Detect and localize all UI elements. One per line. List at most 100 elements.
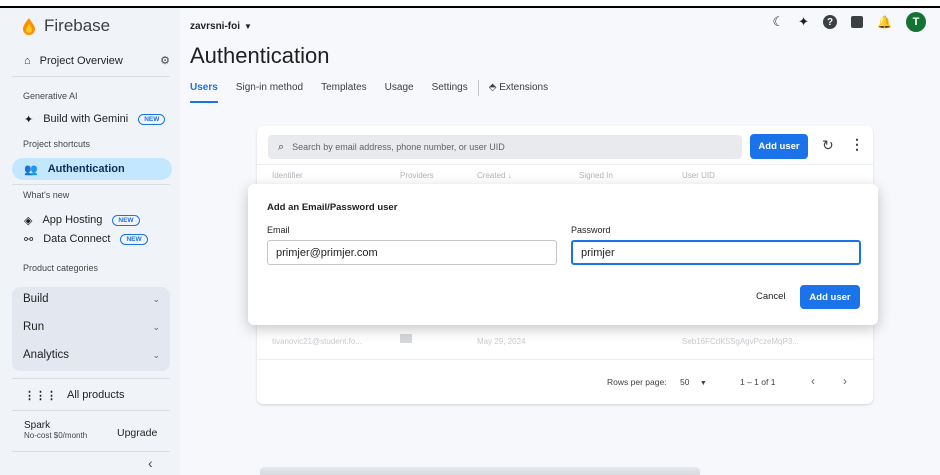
column-signed-in[interactable]: Signed In <box>579 171 613 180</box>
app-hosting-label: App Hosting <box>42 214 103 226</box>
home-icon: ⌂ <box>24 54 31 67</box>
email-field[interactable]: primjer@primjer.com <box>267 240 557 265</box>
firebase-brand[interactable]: Firebase <box>22 16 110 36</box>
help-icon[interactable]: ? <box>823 15 838 29</box>
add-user-button[interactable]: Add user <box>750 134 808 159</box>
page-title: Authentication <box>190 43 330 68</box>
collapse-sidebar-icon[interactable]: ‹ <box>148 455 153 471</box>
project-selector[interactable]: zavrsni-foi ▼ <box>190 21 252 32</box>
new-badge: NEW <box>138 113 166 125</box>
email-label: Email <box>267 225 290 235</box>
product-categories-heading: Product categories <box>23 263 99 273</box>
project-name: zavrsni-foi <box>190 21 241 32</box>
firebase-flame-icon <box>23 18 35 35</box>
avatar[interactable]: T <box>906 12 926 32</box>
tab-templates[interactable]: Templates <box>321 82 367 103</box>
email-provider-icon <box>400 334 412 343</box>
chevron-down-icon: ⌄ <box>152 293 160 304</box>
more-vert-icon[interactable]: ⋮ <box>850 136 864 153</box>
caret-down-icon: ▼ <box>699 380 707 387</box>
tab-bar: Users Sign-in method Templates Usage Set… <box>190 80 566 103</box>
app-hosting-icon: ◈ <box>24 214 33 227</box>
apps-grid-icon: ⋮⋮⋮ <box>24 389 57 402</box>
row-user-uid[interactable]: Seb16FCdK5SgAgvPczeMqP3... <box>682 337 799 346</box>
rows-per-page-value: 50 <box>680 377 690 387</box>
sidebar-item-all-products[interactable]: ⋮⋮⋮ All products <box>12 384 172 406</box>
divider <box>12 378 170 379</box>
tab-separator <box>477 80 479 96</box>
search-input[interactable]: ⌕ Search by email address, phone number,… <box>268 135 742 159</box>
sidebar-item-authentication[interactable]: 👥 Authentication <box>12 158 172 180</box>
column-identifier[interactable]: Identifier <box>272 171 303 180</box>
feedback-icon[interactable] <box>851 16 864 28</box>
tab-extensions[interactable]: ⬘ Extensions <box>489 82 548 103</box>
project-shortcuts-heading: Project shortcuts <box>23 139 91 149</box>
category-build[interactable]: Build ⌄ <box>12 285 170 313</box>
row-identifier[interactable]: tivanovic21@student.fo... <box>272 337 362 346</box>
settings-gear-icon[interactable]: ⚙ <box>160 54 170 67</box>
extensions-label: Extensions <box>499 82 549 93</box>
brand-name: Firebase <box>44 16 111 35</box>
divider <box>12 410 170 411</box>
dialog-title: Add an Email/Password user <box>267 202 398 213</box>
dialog-add-user-button[interactable]: Add user <box>800 285 860 309</box>
rows-per-page-select[interactable]: 50 ▼ <box>680 377 707 387</box>
password-field[interactable]: primjer <box>571 240 861 265</box>
category-label: Analytics <box>23 349 70 361</box>
pagination-range: 1 – 1 of 1 <box>740 377 776 387</box>
authentication-label: Authentication <box>47 163 125 175</box>
divider <box>12 451 170 452</box>
whats-new-heading: What's new <box>23 190 70 200</box>
sidebar-item-data-connect[interactable]: ⚯ Data Connect NEW <box>12 228 172 250</box>
plan-detail: No-cost $0/month <box>24 431 88 440</box>
build-with-gemini-label: Build with Gemini <box>43 113 129 125</box>
category-label: Run <box>23 321 45 333</box>
plan-info: Spark No-cost $0/month <box>24 420 87 440</box>
column-created[interactable]: Created ↓ <box>477 171 512 180</box>
tab-settings[interactable]: Settings <box>432 82 468 103</box>
category-run[interactable]: Run ⌄ <box>12 313 170 341</box>
chevron-down-icon: ⌄ <box>152 349 160 360</box>
category-label: Build <box>23 293 49 305</box>
generative-ai-heading: Generative AI <box>23 91 78 101</box>
sparkle-icon[interactable]: ✦ <box>798 14 809 30</box>
password-label: Password <box>571 225 611 235</box>
caret-down-icon: ▼ <box>244 22 252 31</box>
search-placeholder: Search by email address, phone number, o… <box>292 142 505 152</box>
tab-users[interactable]: Users <box>190 82 218 103</box>
divider <box>12 76 170 77</box>
search-icon: ⌕ <box>278 140 285 153</box>
add-user-dialog: Add an Email/Password user Email primjer… <box>248 184 878 325</box>
rows-per-page-label: Rows per page: <box>607 377 667 387</box>
all-products-label: All products <box>67 389 125 401</box>
prev-page-icon[interactable]: ‹ <box>811 374 815 388</box>
column-user-uid[interactable]: User UID <box>682 171 715 180</box>
sparkle-icon: ✦ <box>24 113 34 126</box>
data-connect-icon: ⚯ <box>24 233 34 246</box>
category-analytics[interactable]: Analytics ⌄ <box>12 341 170 369</box>
column-created-label: Created <box>477 171 506 180</box>
next-page-icon[interactable]: › <box>843 374 847 388</box>
notifications-bell-icon[interactable]: 🔔 <box>877 15 892 29</box>
divider <box>12 184 170 185</box>
sidebar-item-build-with-gemini[interactable]: ✦ Build with Gemini NEW <box>12 108 172 130</box>
tab-sign-in-method[interactable]: Sign-in method <box>236 82 303 103</box>
new-badge: NEW <box>120 233 148 245</box>
tab-usage[interactable]: Usage <box>385 82 414 103</box>
project-overview-row[interactable]: ⌂ Project Overview ⚙ <box>24 54 170 68</box>
extensions-icon: ⬘ <box>488 82 497 93</box>
sort-arrow-icon: ↓ <box>507 171 512 180</box>
row-created: May 29, 2024 <box>477 337 526 346</box>
chevron-down-icon: ⌄ <box>152 321 160 332</box>
divider <box>257 359 873 360</box>
refresh-icon[interactable]: ↻ <box>822 137 834 154</box>
window-top-edge <box>0 0 940 8</box>
upgrade-button[interactable]: Upgrade <box>117 427 157 439</box>
sidebar: Firebase ⌂ Project Overview ⚙ Generative… <box>0 8 180 475</box>
users-icon: 👥 <box>24 163 38 176</box>
cancel-button[interactable]: Cancel <box>756 291 786 302</box>
moon-icon[interactable]: ☾ <box>772 14 784 30</box>
column-providers[interactable]: Providers <box>400 171 434 180</box>
divider <box>257 164 873 165</box>
plan-name: Spark <box>24 420 51 431</box>
